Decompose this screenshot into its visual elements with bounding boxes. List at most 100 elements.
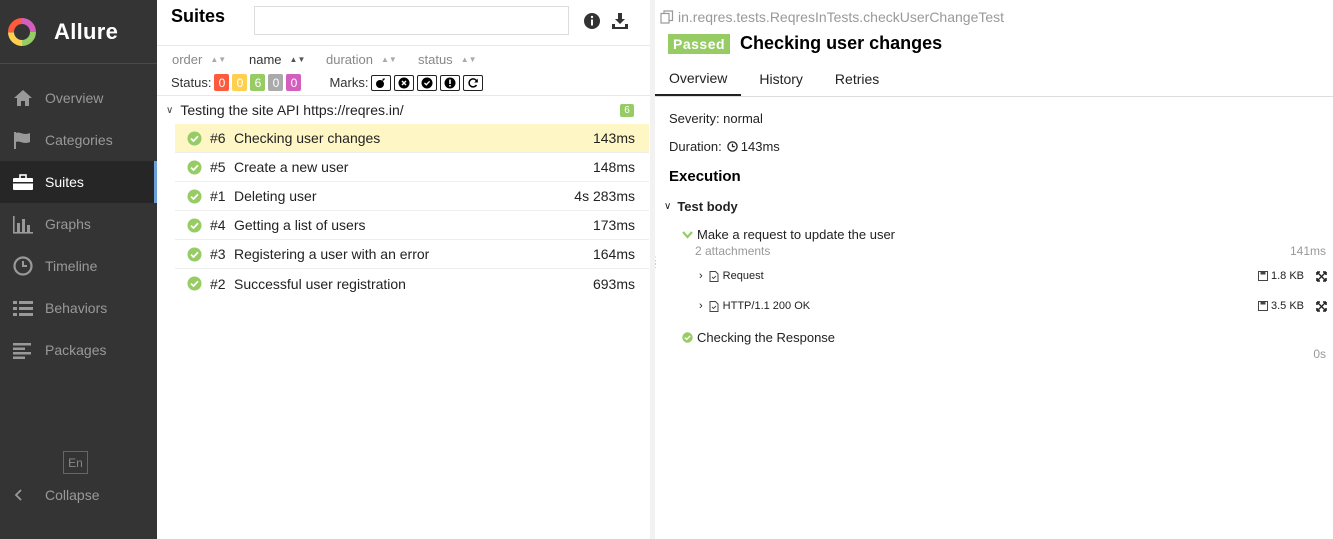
app-name: Allure [54,18,119,44]
sort-arrows-icon: ▲▼ [210,54,227,64]
collapse-label: Collapse [45,487,100,503]
step-name: Make a request to update the user [697,227,896,242]
test-row[interactable]: #5 Create a new user 148ms [175,153,649,182]
brand[interactable]: Allure [0,0,157,64]
test-row[interactable]: #1 Deleting user 4s 283ms [175,182,649,211]
test-duration: 164ms [592,246,635,262]
status-filter-label: Status: [171,75,212,90]
step-update-user[interactable]: Make a request to update the user [682,227,895,242]
mark-new-failed[interactable] [394,74,415,91]
mark-retries[interactable] [463,74,484,91]
mark-new-passed[interactable] [417,74,438,91]
status-badge-skipped[interactable]: 0 [268,74,284,91]
test-row[interactable]: #2 Successful user registration 693ms [175,269,649,298]
times-circle-icon [398,77,410,88]
chevron-down-icon: ∨ [166,104,174,116]
attachment-size: 3.5 KB [1258,300,1304,312]
refresh-icon [468,77,479,88]
sidebar-item-behaviors[interactable]: Behaviors [0,287,157,329]
test-row[interactable]: #6 Checking user changes 143ms [175,124,649,153]
test-name: Registering a user with an error [234,246,430,262]
save-icon [1258,301,1268,311]
sorter-order[interactable]: order ▲▼ [172,52,249,67]
tab-history[interactable]: History [745,62,817,96]
tab-overview[interactable]: Overview [655,62,742,96]
test-full-name[interactable]: in.reqres.tests.ReqresInTests.checkUserC… [660,9,1004,25]
sidebar-item-overview[interactable]: Overview [0,77,157,119]
sort-arrows-icon: ▲▼ [460,54,477,64]
sorter-status[interactable]: status ▲▼ [418,52,477,67]
suite-group-count: 6 [620,104,634,117]
test-body-toggle[interactable]: ∨ Test body [664,199,738,214]
search-input[interactable] [254,6,569,35]
sidebar-item-graphs[interactable]: Graphs [0,203,157,245]
copy-icon[interactable] [660,10,674,24]
sidebar-item-label: Overview [45,90,104,106]
test-duration: 148ms [592,159,635,175]
info-icon[interactable] [583,12,601,30]
test-full-name-text: in.reqres.tests.ReqresInTests.checkUserC… [678,9,1005,25]
sorter-label: name [249,51,282,67]
test-number: #2 [210,275,226,292]
test-list: #6 Checking user changes 143ms #5 Create… [157,124,650,298]
allure-logo-icon [8,17,36,46]
sidebar-item-timeline[interactable]: Timeline [0,245,157,287]
language-switch[interactable]: En [63,451,88,474]
sidebar-item-categories[interactable]: Categories [0,119,157,161]
file-icon [709,270,719,282]
test-result-panel: in.reqres.tests.ReqresInTests.checkUserC… [655,0,1333,539]
sidebar-item-label: Suites [45,174,84,190]
sidebar-item-label: Categories [45,132,113,148]
test-name: Getting a list of users [234,217,366,233]
execution-title: Execution [669,168,741,185]
tab-retries[interactable]: Retries [821,62,893,96]
expand-icon[interactable] [1316,301,1327,312]
step-check-response[interactable]: Checking the Response [682,330,835,345]
sorter-label: duration [326,51,373,67]
test-number: #6 [210,130,226,146]
status-badge-passed[interactable]: 6 [250,74,266,91]
attachment-name: HTTP/1.1 200 OK [722,300,811,312]
collapse-button[interactable]: Collapse [0,484,99,506]
sidebar: Allure Overview Categories Suites Graphs… [0,0,157,539]
briefcase-icon [13,174,33,190]
attachment-size: 1.8 KB [1258,270,1304,282]
status-badge-broken[interactable]: 0 [232,74,248,91]
sort-arrows-icon: ▲▼ [289,54,306,64]
test-duration: 173ms [592,217,635,233]
test-row[interactable]: #3 Registering a user with an error 164m… [175,240,649,269]
mark-new-broken[interactable] [440,74,461,91]
suite-group[interactable]: ∨ Testing the site API https://reqres.in… [157,96,650,124]
sorter-label: order [172,51,203,67]
sidebar-item-packages[interactable]: Packages [0,329,157,371]
test-duration: 693ms [592,275,635,292]
chevron-down-icon [682,231,693,239]
expand-icon[interactable] [1316,271,1327,282]
attachment-request[interactable]: › Request [699,268,764,284]
test-name: Checking user changes [234,130,381,146]
file-icon [709,300,719,312]
list-icon [13,301,33,316]
sorter-label: status [418,51,453,67]
suites-panel: Suites order ▲▼ name ▲▼ duration ▲▼ status ▲… [157,0,650,539]
chevron-left-icon [14,489,22,501]
sorter-name[interactable]: name ▲▼ [249,52,326,67]
sidebar-nav: Overview Categories Suites Graphs Timeli… [0,77,157,371]
mark-flaky[interactable] [371,74,392,91]
test-row[interactable]: #4 Getting a list of users 173ms [175,211,649,240]
status-badge-failed[interactable]: 0 [214,74,230,91]
status-badge-unknown[interactable]: 0 [286,74,302,91]
bomb-icon [376,77,386,88]
test-name: Create a new user [234,159,349,175]
sorter-duration[interactable]: duration ▲▼ [326,52,418,67]
duration-value: 143ms [740,139,780,154]
sidebar-item-suites[interactable]: Suites [0,161,157,203]
check-circle-icon [421,77,433,88]
align-left-icon [13,343,31,359]
suites-title: Suites [171,6,226,26]
download-icon[interactable] [611,12,629,30]
attachment-response[interactable]: › HTTP/1.1 200 OK [699,298,810,314]
save-icon [1258,271,1268,281]
test-duration: 143ms [592,130,635,146]
duration-label: Duration: [669,139,722,154]
